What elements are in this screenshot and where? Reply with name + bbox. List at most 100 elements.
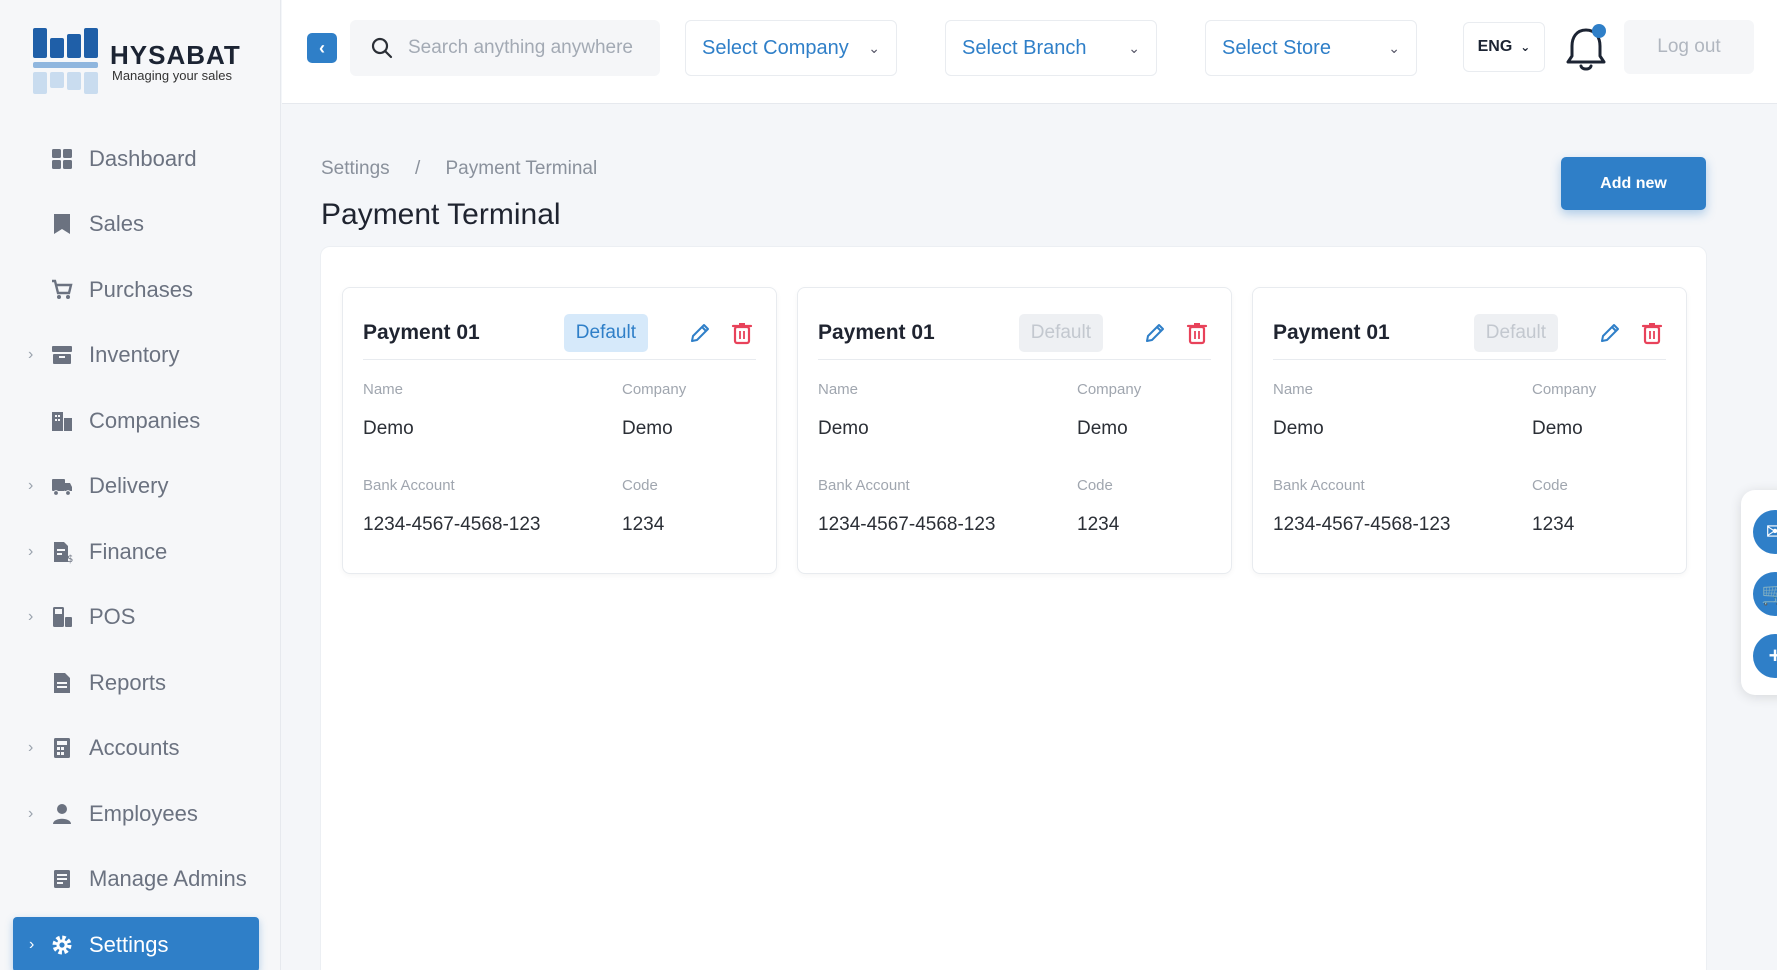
edit-icon[interactable] <box>686 319 714 347</box>
chevron-right-icon: › <box>28 608 34 626</box>
sidebar-item-reports[interactable]: Reports <box>0 650 281 716</box>
sidebar-item-delivery[interactable]: › Delivery <box>0 454 281 520</box>
topbar: ‹ Select Company ⌄ Select Branch ⌄ Selec… <box>282 0 1777 104</box>
sales-icon <box>49 211 75 237</box>
card-title: Payment 01 <box>1273 320 1390 344</box>
sidebar-item-companies[interactable]: Companies <box>0 388 281 454</box>
edit-icon[interactable] <box>1596 319 1624 347</box>
terminals-panel: Payment 01 Default Name Demo Company Demo Bank… <box>320 246 1707 970</box>
sidebar-item-label: POS <box>89 604 136 630</box>
pos-icon <box>49 604 75 630</box>
sidebar-item-label: Companies <box>89 407 201 433</box>
chat-icon[interactable]: ✉ <box>1753 510 1777 554</box>
calculator-icon <box>49 735 75 761</box>
bank-account-value: 1234-4567-4568-123 <box>363 514 541 535</box>
breadcrumb-parent[interactable]: Settings <box>321 158 390 179</box>
breadcrumb: Settings / Payment Terminal <box>321 158 597 180</box>
brand-name: HYSABAT <box>110 40 241 70</box>
code-value: 1234 <box>1532 514 1575 535</box>
search-icon <box>371 37 393 59</box>
code-value: 1234 <box>622 514 665 535</box>
sidebar-item-label: Delivery <box>89 473 169 499</box>
code-value: 1234 <box>1077 514 1120 535</box>
card-title: Payment 01 <box>818 320 935 344</box>
delete-icon[interactable] <box>1638 319 1666 347</box>
collapse-sidebar-button[interactable]: ‹ <box>307 33 337 63</box>
code-field: Code 1234 <box>1077 477 1119 536</box>
bank-account-label: Bank Account <box>363 477 455 494</box>
brand-logo[interactable]: HYSABAT Managing your sales <box>30 26 260 98</box>
name-value: Demo <box>818 418 869 439</box>
bank-account-field: Bank Account 1234-4567-4568-123 <box>818 477 996 536</box>
search-box[interactable] <box>350 20 660 76</box>
code-field: Code 1234 <box>1532 477 1574 536</box>
name-label: Name <box>818 381 859 398</box>
sidebar-item-label: Manage Admins <box>89 866 247 892</box>
report-icon <box>49 670 75 696</box>
sidebar-item-label: Employees <box>89 800 198 826</box>
default-badge[interactable]: Default <box>1018 313 1103 352</box>
card-header: Payment 01 Default <box>818 306 1211 360</box>
sidebar-item-accounts[interactable]: › Accounts <box>0 716 281 782</box>
store-select[interactable]: Select Store ⌄ <box>1205 20 1417 76</box>
branch-select-label: Select Branch <box>962 36 1087 59</box>
sidebar-item-label: Reports <box>89 669 167 695</box>
search-input[interactable] <box>408 37 648 59</box>
bank-account-field: Bank Account 1234-4567-4568-123 <box>363 477 541 536</box>
cart-icon <box>49 277 75 303</box>
dashboard-icon <box>49 146 75 172</box>
add-new-button[interactable]: Add new <box>1561 157 1706 210</box>
sidebar-item-sales[interactable]: Sales <box>0 192 281 258</box>
sidebar-item-label: Finance <box>89 538 168 564</box>
language-select[interactable]: ENG ⌄ <box>1463 22 1545 72</box>
inventory-icon <box>49 342 75 368</box>
code-label: Code <box>1077 477 1113 494</box>
svg-text:$: $ <box>67 554 73 564</box>
delete-icon[interactable] <box>1183 319 1211 347</box>
bank-account-value: 1234-4567-4568-123 <box>1273 514 1451 535</box>
sidebar-item-purchases[interactable]: Purchases <box>0 257 281 323</box>
card-header: Payment 01 Default <box>1273 306 1666 360</box>
admin-icon <box>49 866 75 892</box>
language-label: ENG <box>1477 38 1513 55</box>
bell-icon <box>1566 24 1606 71</box>
sidebar-item-pos[interactable]: › POS <box>0 585 281 651</box>
delete-icon[interactable] <box>728 319 756 347</box>
default-badge[interactable]: Default <box>1473 313 1558 352</box>
user-icon <box>49 801 75 827</box>
sidebar-item-employees[interactable]: › Employees <box>0 781 281 847</box>
default-badge[interactable]: Default <box>563 313 648 352</box>
card-header: Payment 01 Default <box>363 306 756 360</box>
chevron-right-icon: › <box>28 804 34 822</box>
notifications-button[interactable] <box>1562 22 1610 74</box>
chevron-right-icon: › <box>28 739 34 757</box>
sidebar-item-dashboard[interactable]: Dashboard <box>0 126 281 192</box>
branch-select[interactable]: Select Branch ⌄ <box>945 20 1157 76</box>
bank-account-field: Bank Account 1234-4567-4568-123 <box>1273 477 1451 536</box>
company-field: Company Demo <box>1077 381 1141 440</box>
name-label: Name <box>1273 381 1314 398</box>
chevron-down-icon: ⌄ <box>868 39 880 56</box>
sidebar-item-finance[interactable]: › $ Finance <box>0 519 281 585</box>
floating-action-bar: ✉ 🛒 + <box>1741 490 1777 695</box>
bank-account-label: Bank Account <box>1273 477 1365 494</box>
sidebar-item-manage-admins[interactable]: Manage Admins <box>0 847 281 913</box>
cart-icon[interactable]: 🛒 <box>1753 572 1777 616</box>
company-value: Demo <box>622 418 673 439</box>
chevron-left-icon: ‹ <box>319 37 325 58</box>
sidebar-nav: Dashboard Sales Purchases › Inventory Compani… <box>0 126 281 970</box>
sidebar-item-inventory[interactable]: › Inventory <box>0 323 281 389</box>
logout-button[interactable]: Log out <box>1624 20 1754 74</box>
company-select[interactable]: Select Company ⌄ <box>685 20 897 76</box>
sidebar-item-label: Sales <box>89 211 145 237</box>
company-label: Company <box>1532 381 1597 398</box>
breadcrumb-current: Payment Terminal <box>445 158 598 179</box>
company-label: Company <box>622 381 687 398</box>
sidebar-item-label: Purchases <box>89 276 193 302</box>
sidebar-item-settings[interactable]: › Settings <box>13 917 259 970</box>
add-icon[interactable]: + <box>1753 634 1777 678</box>
chevron-down-icon: ⌄ <box>1520 40 1531 54</box>
chevron-down-icon: ⌄ <box>1388 39 1400 56</box>
name-label: Name <box>363 381 404 398</box>
edit-icon[interactable] <box>1141 319 1169 347</box>
